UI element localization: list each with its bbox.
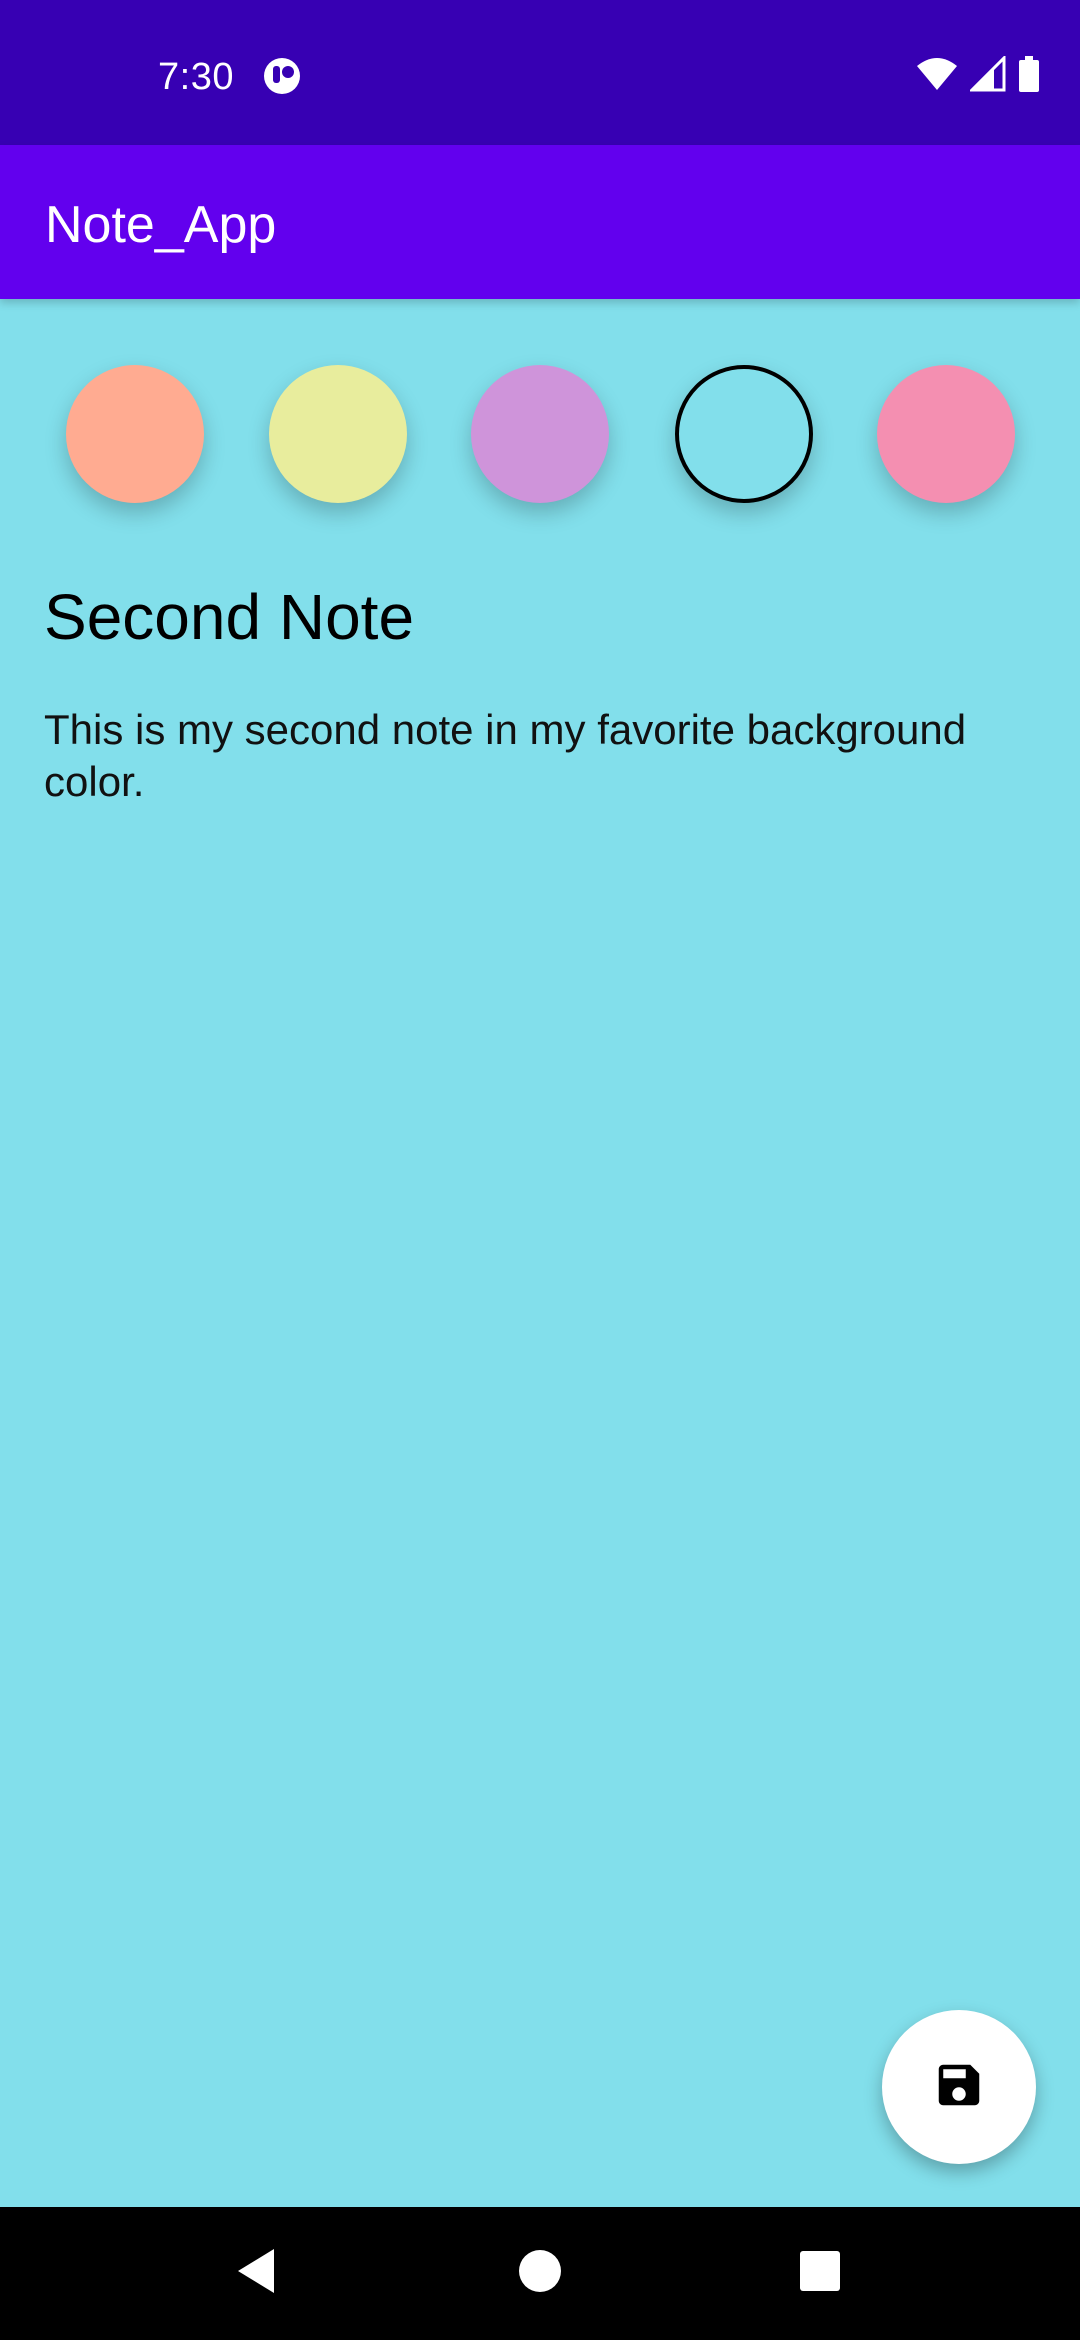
app-bar: Note_App: [0, 145, 1080, 299]
color-swatch-cyan[interactable]: [675, 365, 813, 503]
status-icons: [916, 53, 1040, 97]
battery-icon: [1018, 55, 1040, 97]
navigation-bar: [0, 2207, 1080, 2340]
save-note-button[interactable]: [882, 2010, 1036, 2164]
save-icon: [932, 2058, 986, 2117]
notification-app-icon: [262, 56, 302, 96]
home-icon: [518, 2249, 562, 2298]
app-title: Note_App: [45, 196, 277, 254]
note-content-field[interactable]: This is my second note in my favorite ba…: [44, 704, 1044, 808]
color-picker: [0, 365, 1080, 503]
home-button[interactable]: [510, 2243, 570, 2303]
color-swatch-yellow[interactable]: [269, 365, 407, 503]
note-title-field[interactable]: Second Note: [44, 578, 1034, 656]
status-bar: 7:30: [0, 0, 1080, 145]
recents-button[interactable]: [790, 2243, 850, 2303]
note-editor-screen: 7:30 Note_App Second Note This is my sec…: [0, 0, 1080, 2340]
status-time: 7:30: [158, 56, 234, 98]
color-swatch-pink[interactable]: [877, 365, 1015, 503]
wifi-icon: [916, 56, 958, 97]
back-icon: [234, 2247, 278, 2300]
color-swatch-peach[interactable]: [66, 365, 204, 503]
color-swatch-lavender[interactable]: [471, 365, 609, 503]
recents-icon: [799, 2250, 841, 2297]
back-button[interactable]: [226, 2243, 286, 2303]
cell-signal-icon: [968, 53, 1006, 97]
